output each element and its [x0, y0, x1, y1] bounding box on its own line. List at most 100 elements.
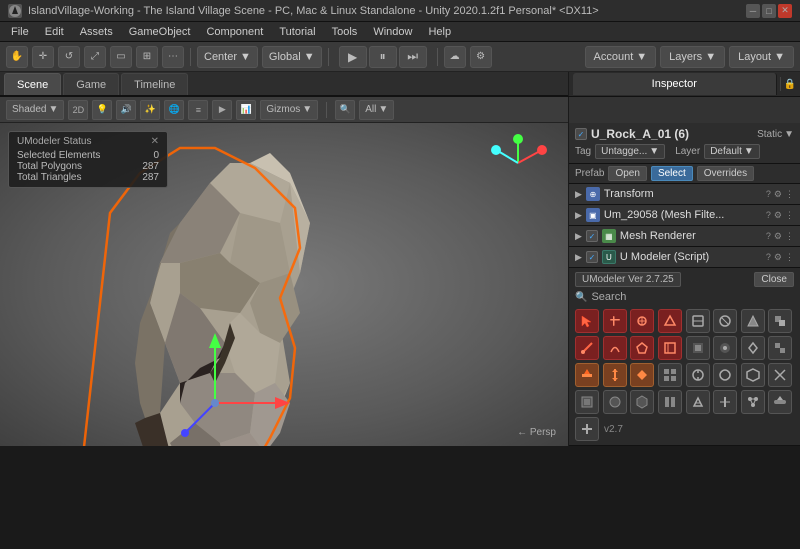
menu-file[interactable]: File: [4, 24, 36, 40]
mesh-filter-settings[interactable]: ⚙: [774, 210, 782, 221]
menu-assets[interactable]: Assets: [73, 24, 120, 40]
tool-28[interactable]: [658, 390, 682, 414]
tool-29[interactable]: [686, 390, 710, 414]
transform-help[interactable]: ?: [766, 189, 771, 200]
tool-27[interactable]: [630, 390, 654, 414]
tool-14[interactable]: [713, 336, 737, 360]
minimize-button[interactable]: ─: [746, 4, 760, 18]
fx-btn[interactable]: ✨: [140, 100, 160, 120]
prefab-select-btn[interactable]: Select: [651, 166, 693, 181]
tool-12[interactable]: [658, 336, 682, 360]
shaded-dropdown[interactable]: Shaded ▼: [6, 100, 64, 120]
prefab-open-btn[interactable]: Open: [608, 166, 646, 181]
bottom-tool-1[interactable]: [575, 417, 599, 441]
mesh-renderer-checkbox[interactable]: [586, 230, 598, 242]
step-button[interactable]: ⏭: [399, 46, 427, 68]
menu-gameobject[interactable]: GameObject: [122, 24, 198, 40]
stats-btn[interactable]: 📊: [236, 100, 256, 120]
tool-31[interactable]: [741, 390, 765, 414]
umodeler-settings[interactable]: ⚙: [774, 252, 782, 263]
play-button[interactable]: ▶: [339, 46, 367, 68]
pivot-dropdown[interactable]: Center ▼: [197, 46, 258, 68]
lighting-btn[interactable]: 💡: [92, 100, 112, 120]
skybox-btn[interactable]: 🌐: [164, 100, 184, 120]
layer-dropdown[interactable]: Default ▼: [704, 144, 760, 159]
tool-2[interactable]: [603, 309, 627, 333]
tool-16[interactable]: [768, 336, 792, 360]
tool-10[interactable]: [603, 336, 627, 360]
layout-button[interactable]: Layout ▼: [729, 46, 794, 68]
tool-17[interactable]: [575, 363, 599, 387]
space-dropdown[interactable]: Global ▼: [262, 46, 322, 68]
mesh-renderer-help[interactable]: ?: [766, 231, 771, 242]
audio-btn[interactable]: 🔊: [116, 100, 136, 120]
search-btn[interactable]: 🔍: [335, 100, 355, 120]
fog-btn[interactable]: ≡: [188, 100, 208, 120]
tag-dropdown[interactable]: Untagge... ▼: [595, 144, 665, 159]
menu-tutorial[interactable]: Tutorial: [272, 24, 322, 40]
umodeler-menu[interactable]: ⋮: [785, 252, 794, 263]
anim-btn[interactable]: ▶: [212, 100, 232, 120]
mesh-filter-menu[interactable]: ⋮: [785, 210, 794, 221]
tool-22[interactable]: [713, 363, 737, 387]
layers-button[interactable]: Layers ▼: [660, 46, 725, 68]
tool-19[interactable]: [630, 363, 654, 387]
collab-button[interactable]: ☁: [444, 46, 466, 68]
umodeler-close-btn[interactable]: Close: [754, 272, 794, 287]
custom-tool[interactable]: ⋯: [162, 46, 184, 68]
tool-21[interactable]: [686, 363, 710, 387]
scale-tool[interactable]: ⤢: [84, 46, 106, 68]
tool-26[interactable]: [603, 390, 627, 414]
tool-18[interactable]: [603, 363, 627, 387]
tool-20[interactable]: [658, 363, 682, 387]
umodeler-checkbox[interactable]: [586, 251, 598, 263]
tool-3[interactable]: [630, 309, 654, 333]
transform-menu[interactable]: ⋮: [785, 189, 794, 200]
inspector-lock-icon[interactable]: 🔒: [784, 79, 796, 90]
mesh-renderer-header[interactable]: ▶ ▦ Mesh Renderer ? ⚙ ⋮: [569, 226, 800, 246]
tool-9[interactable]: [575, 336, 599, 360]
tab-game[interactable]: Game: [63, 73, 119, 95]
menu-component[interactable]: Component: [199, 24, 270, 40]
tool-25[interactable]: [575, 390, 599, 414]
mesh-renderer-menu[interactable]: ⋮: [785, 231, 794, 242]
all-dropdown[interactable]: All ▼: [359, 100, 394, 120]
tool-24[interactable]: [768, 363, 792, 387]
close-button[interactable]: ✕: [778, 4, 792, 18]
tool-32[interactable]: [768, 390, 792, 414]
2d-toggle[interactable]: 2D: [68, 100, 88, 120]
tool-8[interactable]: [768, 309, 792, 333]
cloud-button[interactable]: ⚙: [470, 46, 492, 68]
status-close[interactable]: ✕: [151, 136, 159, 147]
object-active-checkbox[interactable]: [575, 128, 587, 140]
tool-1[interactable]: [575, 309, 599, 333]
tool-13[interactable]: [686, 336, 710, 360]
menu-help[interactable]: Help: [421, 24, 458, 40]
transform-header[interactable]: ▶ ⊕ Transform ? ⚙ ⋮: [569, 184, 800, 204]
mesh-filter-header[interactable]: ▶ ▣ Um_29058 (Mesh Filte... ? ⚙ ⋮: [569, 205, 800, 225]
tool-15[interactable]: [741, 336, 765, 360]
account-button[interactable]: Account ▼: [585, 46, 657, 68]
tab-timeline[interactable]: Timeline: [121, 73, 188, 95]
maximize-button[interactable]: □: [762, 4, 776, 18]
mesh-filter-help[interactable]: ?: [766, 210, 771, 221]
prefab-overrides-btn[interactable]: Overrides: [697, 166, 754, 181]
move-tool[interactable]: ✛: [32, 46, 54, 68]
tool-23[interactable]: [741, 363, 765, 387]
rotate-tool[interactable]: ↺: [58, 46, 80, 68]
tool-30[interactable]: [713, 390, 737, 414]
tool-6[interactable]: [713, 309, 737, 333]
tab-scene[interactable]: Scene: [4, 73, 61, 95]
tool-11[interactable]: [630, 336, 654, 360]
transform-settings[interactable]: ⚙: [774, 189, 782, 200]
menu-tools[interactable]: Tools: [325, 24, 365, 40]
gizmos-dropdown[interactable]: Gizmos ▼: [260, 100, 318, 120]
tool-4[interactable]: [658, 309, 682, 333]
rect-tool[interactable]: ▭: [110, 46, 132, 68]
menu-window[interactable]: Window: [366, 24, 419, 40]
transform-tool[interactable]: ⊞: [136, 46, 158, 68]
mesh-renderer-settings[interactable]: ⚙: [774, 231, 782, 242]
pause-button[interactable]: ⏸: [369, 46, 397, 68]
tool-7[interactable]: [741, 309, 765, 333]
tool-5[interactable]: [686, 309, 710, 333]
